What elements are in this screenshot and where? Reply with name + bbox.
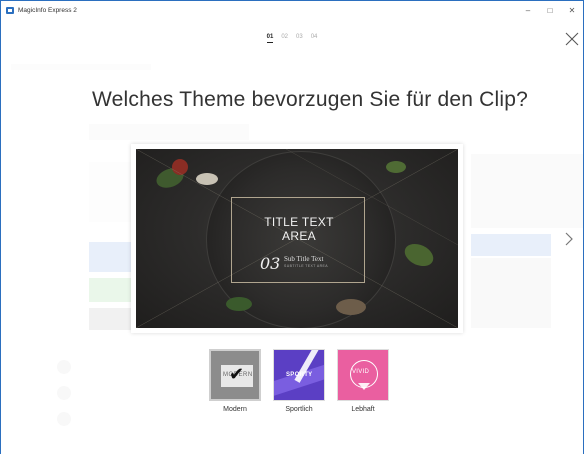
window-titlebar: MagicInfo Express 2 – □ ✕ bbox=[0, 0, 584, 20]
sporty-thumb-word: SPORTY bbox=[286, 372, 313, 378]
theme-preview: TITLE TEXT AREA 03 Sub Title Text SUBTIT… bbox=[131, 144, 463, 333]
maximize-button[interactable]: □ bbox=[539, 1, 561, 21]
close-icon-glyph bbox=[565, 32, 579, 46]
theme-thumb-modern[interactable]: MODERN ✔ bbox=[209, 349, 261, 401]
step-03[interactable]: 03 bbox=[296, 34, 303, 43]
theme-thumb-sporty[interactable]: SPORTY bbox=[273, 349, 325, 401]
checkmark-icon: ✔ bbox=[229, 364, 245, 384]
theme-option-modern[interactable]: MODERN ✔ Modern bbox=[209, 349, 261, 413]
theme-label-modern: Modern bbox=[223, 406, 247, 413]
theme-label-lebhaft: Lebhaft bbox=[351, 406, 375, 413]
window-controls: – □ ✕ bbox=[517, 1, 583, 21]
app-icon bbox=[6, 7, 14, 14]
subtitle-small-text: SUBTITLE TEXT AREA bbox=[284, 264, 329, 268]
theme-options: MODERN ✔ Modern SPORTY Sportlich VIVID L… bbox=[209, 349, 389, 413]
subtitle-text: Sub Title Text bbox=[284, 255, 324, 263]
step-02[interactable]: 02 bbox=[281, 34, 288, 43]
preview-image: TITLE TEXT AREA 03 Sub Title Text SUBTIT… bbox=[136, 149, 458, 328]
window-title: MagicInfo Express 2 bbox=[18, 7, 77, 14]
theme-label-sportlich: Sportlich bbox=[285, 406, 313, 413]
close-icon[interactable] bbox=[563, 30, 581, 48]
title-text: TITLE TEXT AREA bbox=[232, 215, 366, 243]
title-text-area: TITLE TEXT AREA 03 Sub Title Text SUBTIT… bbox=[231, 197, 365, 283]
step-indicator: 01 02 03 04 bbox=[0, 34, 584, 43]
next-arrow-button[interactable] bbox=[561, 228, 577, 250]
step-04[interactable]: 04 bbox=[311, 34, 318, 43]
page-heading: Welches Theme bevorzugen Sie für den Cli… bbox=[92, 88, 529, 111]
vivid-thumb-word: VIVID bbox=[352, 369, 370, 375]
theme-option-sportlich[interactable]: SPORTY Sportlich bbox=[273, 349, 325, 413]
title-line: TITLE TEXT AREA bbox=[264, 215, 334, 243]
step-01[interactable]: 01 bbox=[266, 34, 274, 43]
vivid-triangle bbox=[358, 383, 370, 390]
chevron-right-icon bbox=[565, 232, 573, 246]
minimize-button[interactable]: – bbox=[517, 1, 539, 21]
theme-option-lebhaft[interactable]: VIVID Lebhaft bbox=[337, 349, 389, 413]
window-close-button[interactable]: ✕ bbox=[561, 1, 583, 21]
theme-thumb-vivid[interactable]: VIVID bbox=[337, 349, 389, 401]
slide-number: 03 bbox=[260, 254, 281, 273]
